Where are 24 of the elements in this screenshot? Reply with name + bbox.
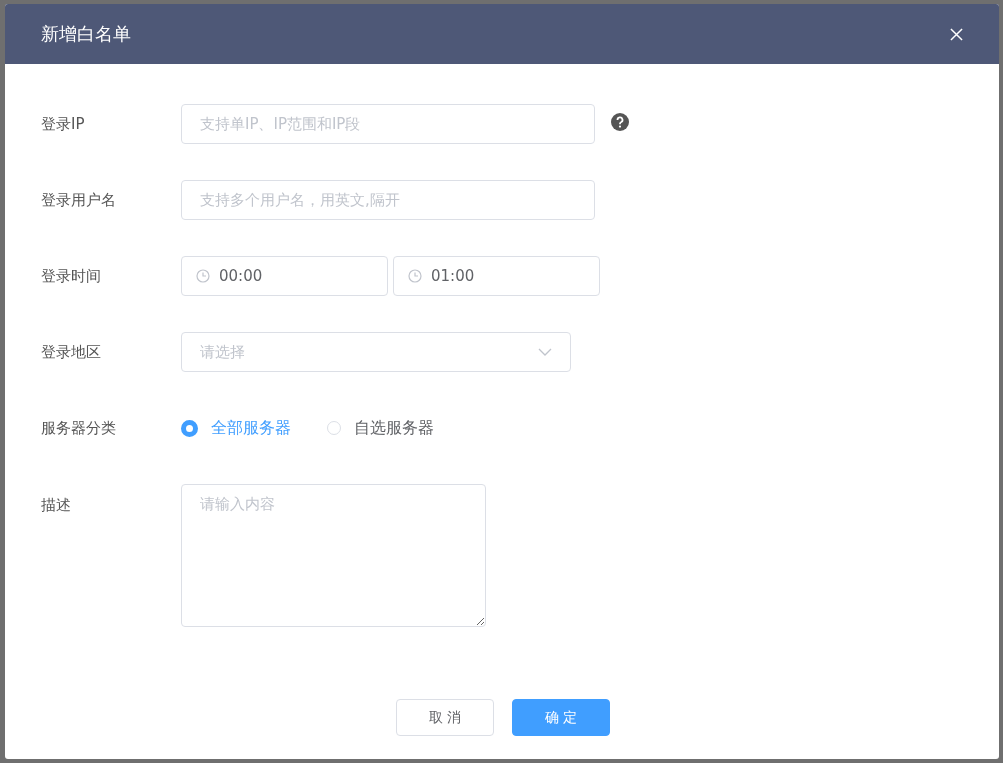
time-value: 00:00 bbox=[219, 267, 263, 285]
input-field[interactable]: 支持多个用户名，用英文,隔开 bbox=[181, 180, 595, 220]
description-textarea[interactable]: 请输入内容 bbox=[181, 484, 486, 627]
chevron-down-icon bbox=[538, 348, 552, 356]
field-label: 登录用户名 bbox=[41, 190, 117, 210]
close-icon[interactable] bbox=[950, 27, 963, 41]
start-time-field[interactable]: 00:00 bbox=[181, 256, 388, 296]
radio-label: 自选服务器 bbox=[354, 417, 434, 439]
field-label: 服务器分类 bbox=[41, 418, 117, 438]
radio-option[interactable]: 自选服务器 bbox=[327, 417, 434, 439]
dialog-title: 新增白名单 bbox=[41, 22, 131, 46]
clock-icon bbox=[408, 269, 422, 283]
select-placeholder: 请选择 bbox=[200, 342, 245, 362]
time-value: 01:00 bbox=[431, 267, 475, 285]
field-label: 登录时间 bbox=[41, 266, 102, 286]
radio-label: 全部服务器 bbox=[211, 417, 291, 439]
field-label: 登录地区 bbox=[41, 342, 102, 362]
clock-icon bbox=[196, 269, 210, 283]
field-label: 登录IP bbox=[41, 114, 86, 134]
end-time-field[interactable]: 01:00 bbox=[393, 256, 600, 296]
cancel-button[interactable]: 取 消 bbox=[396, 699, 494, 736]
help-icon[interactable] bbox=[611, 113, 629, 131]
input-field[interactable]: 支持单IP、IP范围和IP段 bbox=[181, 104, 595, 144]
field-label: 描述 bbox=[41, 496, 72, 515]
